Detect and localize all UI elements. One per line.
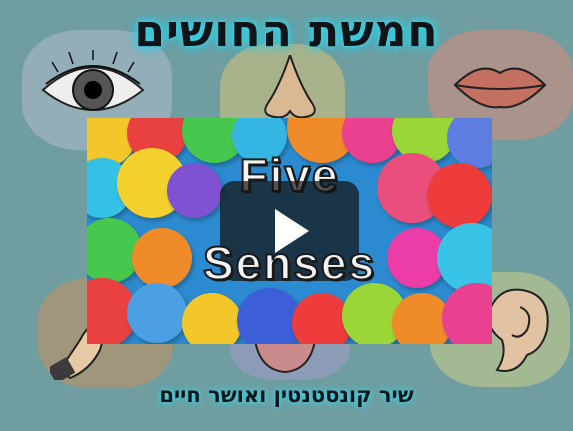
video-title-line2: Senses <box>202 236 377 290</box>
credit-text: שיר קונסטנטין ואושר חיים <box>159 383 414 407</box>
page-title: חמשת החושים <box>134 6 439 57</box>
mouth-icon <box>453 67 547 109</box>
video-player[interactable]: Five Senses <box>87 118 492 344</box>
nose-icon <box>264 55 316 119</box>
